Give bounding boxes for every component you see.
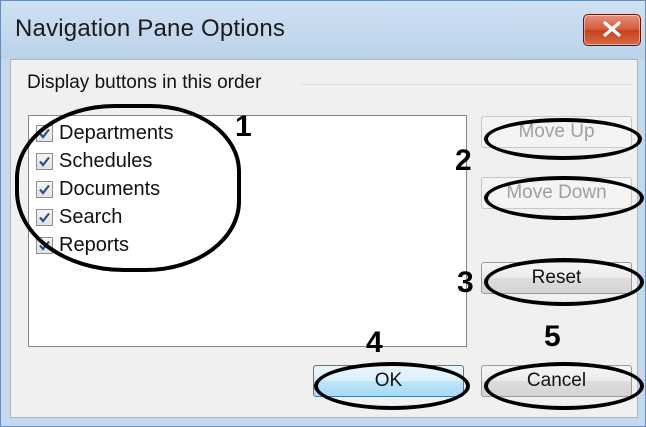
close-icon [603,21,621,37]
list-item-search[interactable]: Search [36,203,122,231]
callout-5: 5 [544,320,561,353]
window-title: Navigation Pane Options [15,15,286,42]
list-item-documents[interactable]: Documents [36,175,160,203]
checkmark-icon [39,212,50,223]
move-down-button[interactable]: Move Down [481,177,632,209]
checkmark-icon [39,128,50,139]
checkmark-icon [39,184,50,195]
list-item-label: Search [59,205,123,228]
list-item-reports[interactable]: Reports [36,231,129,259]
dialog-window: Navigation Pane Options Display buttons … [0,0,646,427]
group-label: Display buttons in this order [27,72,272,94]
callout-2: 2 [455,144,472,177]
close-button[interactable] [583,14,641,46]
callout-4: 4 [366,326,383,359]
group-divider [301,84,631,85]
button-order-list[interactable]: Departments Schedules Documents Search R… [28,115,467,347]
reset-button[interactable]: Reset [481,262,632,294]
list-item-departments[interactable]: Departments [36,119,174,147]
list-item-label: Schedules [59,149,153,172]
checkmark-icon [39,240,50,251]
reports-checkbox[interactable] [36,236,53,254]
move-up-button[interactable]: Move Up [481,116,632,148]
list-item-label: Departments [59,121,174,144]
departments-checkbox[interactable] [36,124,53,142]
callout-3: 3 [457,266,474,299]
list-item-label: Reports [59,233,130,256]
title-bar: Navigation Pane Options [1,1,645,59]
callout-1: 1 [235,110,252,143]
list-item-label: Documents [59,177,161,200]
cancel-button[interactable]: Cancel [481,365,632,397]
ok-button[interactable]: OK [313,365,464,397]
search-checkbox[interactable] [36,208,53,226]
dialog-body: Display buttons in this order Department… [10,59,638,418]
documents-checkbox[interactable] [36,180,53,198]
list-item-schedules[interactable]: Schedules [36,147,152,175]
checkmark-icon [39,156,50,167]
schedules-checkbox[interactable] [36,152,53,170]
